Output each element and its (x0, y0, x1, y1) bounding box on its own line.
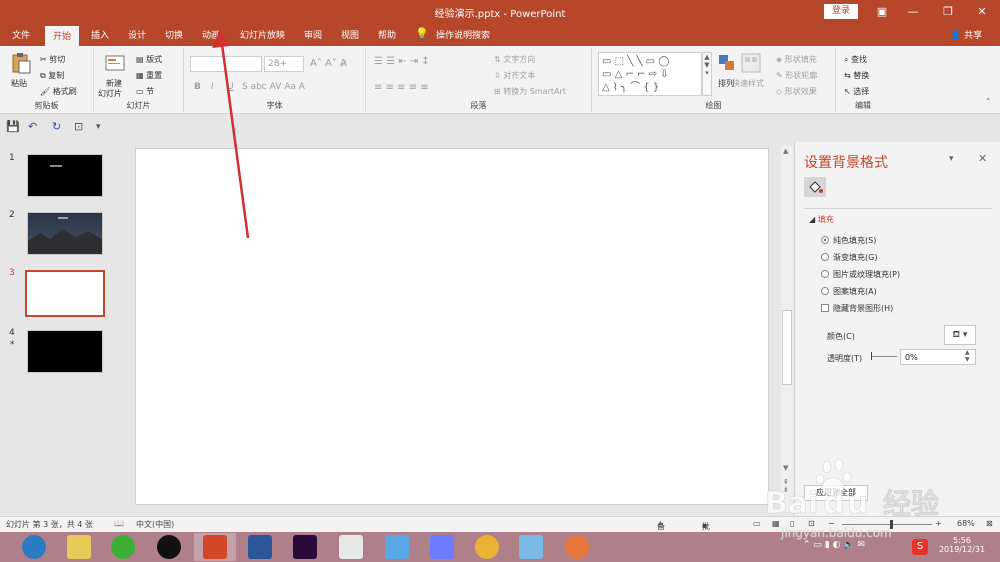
annotation-arrow-icon (212, 29, 250, 239)
